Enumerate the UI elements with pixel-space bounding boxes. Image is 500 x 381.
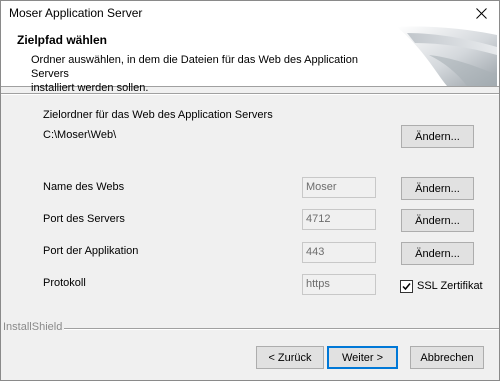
close-button[interactable]: [463, 1, 499, 25]
protocol-field: https: [302, 274, 376, 295]
header-banner: Zielpfad wählen Ordner auswählen, in dem…: [1, 25, 499, 94]
target-folder-label: Zielordner für das Web des Application S…: [43, 109, 273, 121]
separator-top: [1, 93, 499, 95]
window-title: Moser Application Server: [9, 6, 143, 20]
installer-graphic-icon: [397, 26, 497, 86]
close-icon: [475, 7, 487, 19]
checkmark-icon: [402, 283, 411, 291]
app-port-field: 443: [302, 242, 376, 263]
change-app-port-button[interactable]: Ändern...: [401, 242, 474, 265]
server-port-label: Port des Servers: [43, 213, 125, 225]
change-folder-button[interactable]: Ändern...: [401, 125, 474, 148]
app-port-label: Port der Applikation: [43, 245, 139, 257]
change-web-name-button[interactable]: Ändern...: [401, 177, 474, 200]
change-server-port-button[interactable]: Ändern...: [401, 209, 474, 232]
separator-bottom: [64, 328, 499, 330]
installshield-brand: InstallShield: [3, 321, 63, 333]
ssl-label[interactable]: SSL Zertifikat: [417, 280, 483, 292]
page-description-line1: Ordner auswählen, in dem die Dateien für…: [31, 54, 358, 80]
page-description: Ordner auswählen, in dem die Dateien für…: [31, 53, 391, 95]
installer-dialog: Moser Application Server Zielpfad wählen…: [0, 0, 500, 381]
protocol-label: Protokoll: [43, 277, 86, 289]
ssl-checkbox[interactable]: [400, 280, 413, 293]
cancel-button[interactable]: Abbrechen: [410, 346, 484, 369]
back-button[interactable]: < Zurück: [256, 346, 324, 369]
web-name-field: Moser: [302, 177, 376, 198]
page-title: Zielpfad wählen: [17, 33, 108, 47]
next-button[interactable]: Weiter >: [327, 346, 398, 369]
target-folder-path: C:\Moser\Web\: [43, 129, 117, 141]
web-name-label: Name des Webs: [43, 181, 125, 193]
server-port-field: 4712: [302, 209, 376, 230]
title-bar: Moser Application Server: [1, 1, 499, 25]
